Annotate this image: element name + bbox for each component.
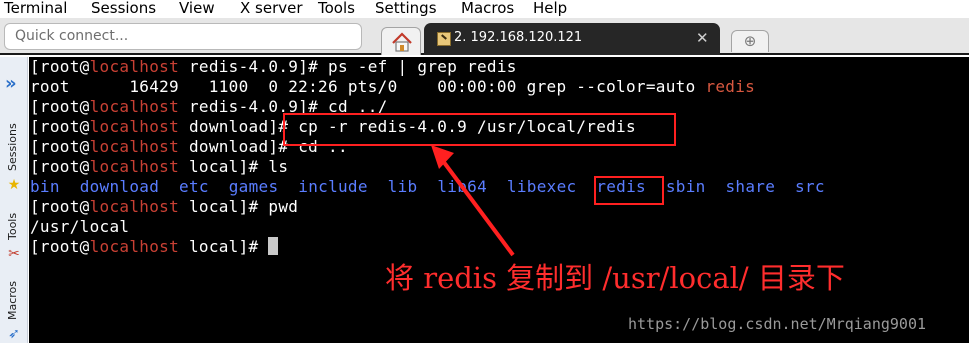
terminal-output[interactable]: [root@localhost redis-4.0.9]# ps -ef | g… [29, 57, 969, 343]
sidebar-tab-tools[interactable]: Tools [6, 213, 19, 240]
menu-macros[interactable]: Macros [461, 0, 514, 18]
quick-connect-input[interactable]: Quick connect... [4, 23, 362, 50]
terminal-icon [437, 32, 451, 46]
menu-bar: Terminal Sessions View X server Tools Se… [0, 0, 969, 18]
watermark: https://blog.csdn.net/Mrqiang9001 [628, 315, 927, 333]
home-tab[interactable] [381, 27, 421, 55]
close-icon[interactable]: ✕ [696, 29, 709, 47]
expand-icon[interactable]: » [5, 73, 17, 94]
menu-sessions[interactable]: Sessions [91, 0, 156, 18]
menu-settings[interactable]: Settings [375, 0, 437, 18]
side-panel: » Sessions ★ Tools ✂ Macros ➶ [0, 57, 28, 343]
menu-view[interactable]: View [179, 0, 215, 18]
macros-icon: ➶ [8, 326, 20, 342]
tools-icon: ✂ [8, 246, 20, 262]
session-tab-label: 2. 192.168.120.121 [454, 30, 583, 45]
star-icon: ★ [7, 177, 21, 193]
menu-x-server[interactable]: X server [240, 0, 303, 18]
menu-tools[interactable]: Tools [318, 0, 355, 18]
tab-bar: Quick connect... 2. 192.168.120.121 ✕ ⊕ [0, 18, 969, 55]
sidebar-tab-sessions[interactable]: Sessions [6, 123, 19, 171]
annotation-arrow [431, 145, 515, 257]
new-tab-button[interactable]: ⊕ [731, 30, 769, 52]
menu-terminal[interactable]: Terminal [4, 0, 67, 18]
tab-session[interactable]: 2. 192.168.120.121 ✕ [424, 23, 720, 55]
menu-help[interactable]: Help [533, 0, 567, 18]
annotation-text: 将 redis 复制到 /usr/local/ 目录下 [385, 261, 845, 295]
sidebar-tab-macros[interactable]: Macros [6, 281, 19, 320]
home-icon [392, 32, 412, 52]
